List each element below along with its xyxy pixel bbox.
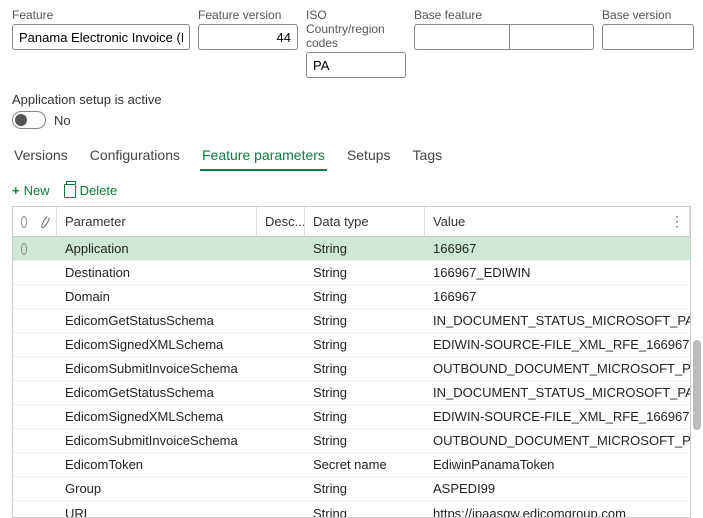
delete-label: Delete — [80, 183, 118, 198]
cell-data-type: String — [305, 285, 425, 308]
table-row[interactable]: EdicomSubmitInvoiceSchema StringOUTBOUND_… — [13, 429, 690, 453]
plus-icon: + — [12, 183, 20, 198]
base-feature-input[interactable] — [414, 24, 510, 50]
cell-description — [257, 477, 305, 500]
table-row[interactable]: EdicomSignedXMLSchema StringEDIWIN-SOURCE… — [13, 333, 690, 357]
cell-parameter: EdicomGetStatusSchema — [57, 381, 257, 404]
cell-description — [257, 285, 305, 308]
tab-versions[interactable]: Versions — [12, 141, 70, 171]
table-row[interactable]: EdicomGetStatusSchema StringIN_DOCUMENT_S… — [13, 309, 690, 333]
cell-data-type: Secret name — [305, 453, 425, 476]
trash-icon — [64, 184, 76, 198]
delete-button[interactable]: Delete — [64, 183, 118, 198]
iso-input[interactable] — [306, 52, 406, 78]
cell-parameter: Application — [57, 237, 257, 260]
more-options-icon[interactable]: ⋮ — [670, 213, 684, 230]
cell-value: EDIWIN-SOURCE-FILE_XML_RFE_166967 — [425, 333, 690, 356]
cell-value: EdiwinPanamaToken — [425, 453, 690, 476]
active-toggle[interactable] — [12, 111, 46, 129]
cell-description — [257, 381, 305, 404]
cell-value: 166967 — [425, 285, 690, 308]
version-input[interactable] — [198, 24, 298, 50]
cell-parameter: EdicomSignedXMLSchema — [57, 333, 257, 356]
cell-description — [257, 429, 305, 452]
cell-description — [257, 357, 305, 380]
table-row[interactable]: Group StringASPEDI99 — [13, 477, 690, 501]
cell-data-type: String — [305, 309, 425, 332]
base-feature-input-2[interactable] — [510, 24, 594, 50]
cell-value: OUTBOUND_DOCUMENT_MICROSOFT_PA — [425, 357, 690, 380]
cell-parameter: Group — [57, 477, 257, 500]
cell-data-type: String — [305, 477, 425, 500]
cell-parameter: URL — [57, 501, 257, 517]
new-label: New — [24, 183, 50, 198]
cell-value: 166967_EDIWIN — [425, 261, 690, 284]
cell-parameter: EdicomToken — [57, 453, 257, 476]
col-value[interactable]: Value — [425, 207, 690, 236]
table-row[interactable]: Destination String166967_EDIWIN — [13, 261, 690, 285]
cell-description — [257, 237, 305, 260]
cell-parameter: EdicomGetStatusSchema — [57, 309, 257, 332]
tab-setups[interactable]: Setups — [345, 141, 393, 171]
cell-parameter: EdicomSubmitInvoiceSchema — [57, 357, 257, 380]
table-row[interactable]: EdicomGetStatusSchema StringIN_DOCUMENT_S… — [13, 381, 690, 405]
cell-value: IN_DOCUMENT_STATUS_MICROSOFT_PA — [425, 309, 690, 332]
toggle-value: No — [54, 113, 71, 128]
table-row[interactable]: EdicomToken Secret nameEdiwinPanamaToken — [13, 453, 690, 477]
cell-value: EDIWIN-SOURCE-FILE_XML_RFE_166967 — [425, 405, 690, 428]
tab-bar: Versions Configurations Feature paramete… — [0, 133, 703, 171]
tab-tags[interactable]: Tags — [411, 141, 445, 171]
cell-data-type: String — [305, 333, 425, 356]
parameters-table: Parameter Desc... Data type Value ⋮ Appl… — [12, 206, 691, 518]
tab-feature-parameters[interactable]: Feature parameters — [200, 141, 327, 171]
feature-input[interactable] — [12, 24, 190, 50]
cell-description — [257, 453, 305, 476]
cell-description — [257, 333, 305, 356]
table-row[interactable]: Domain String166967 — [13, 285, 690, 309]
basev-label: Base version — [602, 8, 694, 22]
cell-value: OUTBOUND_DOCUMENT_MICROSOFT_PA — [425, 429, 690, 452]
table-body: ApplicationString166967DestinationString… — [13, 237, 690, 517]
cell-data-type: String — [305, 429, 425, 452]
cell-description — [257, 501, 305, 517]
row-radio[interactable] — [21, 243, 27, 255]
col-parameter[interactable]: Parameter — [57, 207, 257, 236]
table-header: Parameter Desc... Data type Value ⋮ — [13, 207, 690, 237]
header-form: Feature Feature version ISO Country/regi… — [0, 0, 703, 82]
cell-data-type: String — [305, 381, 425, 404]
new-button[interactable]: + New — [12, 183, 50, 198]
cell-parameter: EdicomSubmitInvoiceSchema — [57, 429, 257, 452]
table-row[interactable]: URL Stringhttps://ipaasgw.edicomgroup.com — [13, 501, 690, 517]
base-version-input[interactable] — [602, 24, 694, 50]
table-row[interactable]: EdicomSubmitInvoiceSchema StringOUTBOUND_… — [13, 357, 690, 381]
table-row[interactable]: EdicomSignedXMLSchema StringEDIWIN-SOURCE… — [13, 405, 690, 429]
cell-parameter: EdicomSignedXMLSchema — [57, 405, 257, 428]
cell-value: https://ipaasgw.edicomgroup.com — [425, 501, 690, 517]
cell-data-type: String — [305, 237, 425, 260]
cell-description — [257, 309, 305, 332]
version-label: Feature version — [198, 8, 298, 22]
col-description[interactable]: Desc... — [257, 207, 305, 236]
iso-label: ISO Country/region codes — [306, 8, 406, 50]
cell-data-type: String — [305, 501, 425, 517]
cell-data-type: String — [305, 405, 425, 428]
cell-data-type: String — [305, 357, 425, 380]
status-label: Application setup is active — [12, 92, 691, 107]
refresh-icon[interactable] — [40, 214, 51, 229]
cell-value: 166967 — [425, 237, 690, 260]
vertical-scrollbar[interactable] — [693, 340, 701, 430]
feature-label: Feature — [12, 8, 190, 22]
select-all-radio[interactable] — [21, 216, 27, 228]
cell-value: IN_DOCUMENT_STATUS_MICROSOFT_PA — [425, 381, 690, 404]
cell-description — [257, 261, 305, 284]
tab-configurations[interactable]: Configurations — [88, 141, 182, 171]
cell-parameter: Destination — [57, 261, 257, 284]
table-row[interactable]: Application String166967 — [13, 237, 690, 261]
col-data-type[interactable]: Data type — [305, 207, 425, 236]
cell-parameter: Domain — [57, 285, 257, 308]
cell-value: ASPEDI99 — [425, 477, 690, 500]
base-label: Base feature — [414, 8, 594, 22]
cell-data-type: String — [305, 261, 425, 284]
cell-description — [257, 405, 305, 428]
